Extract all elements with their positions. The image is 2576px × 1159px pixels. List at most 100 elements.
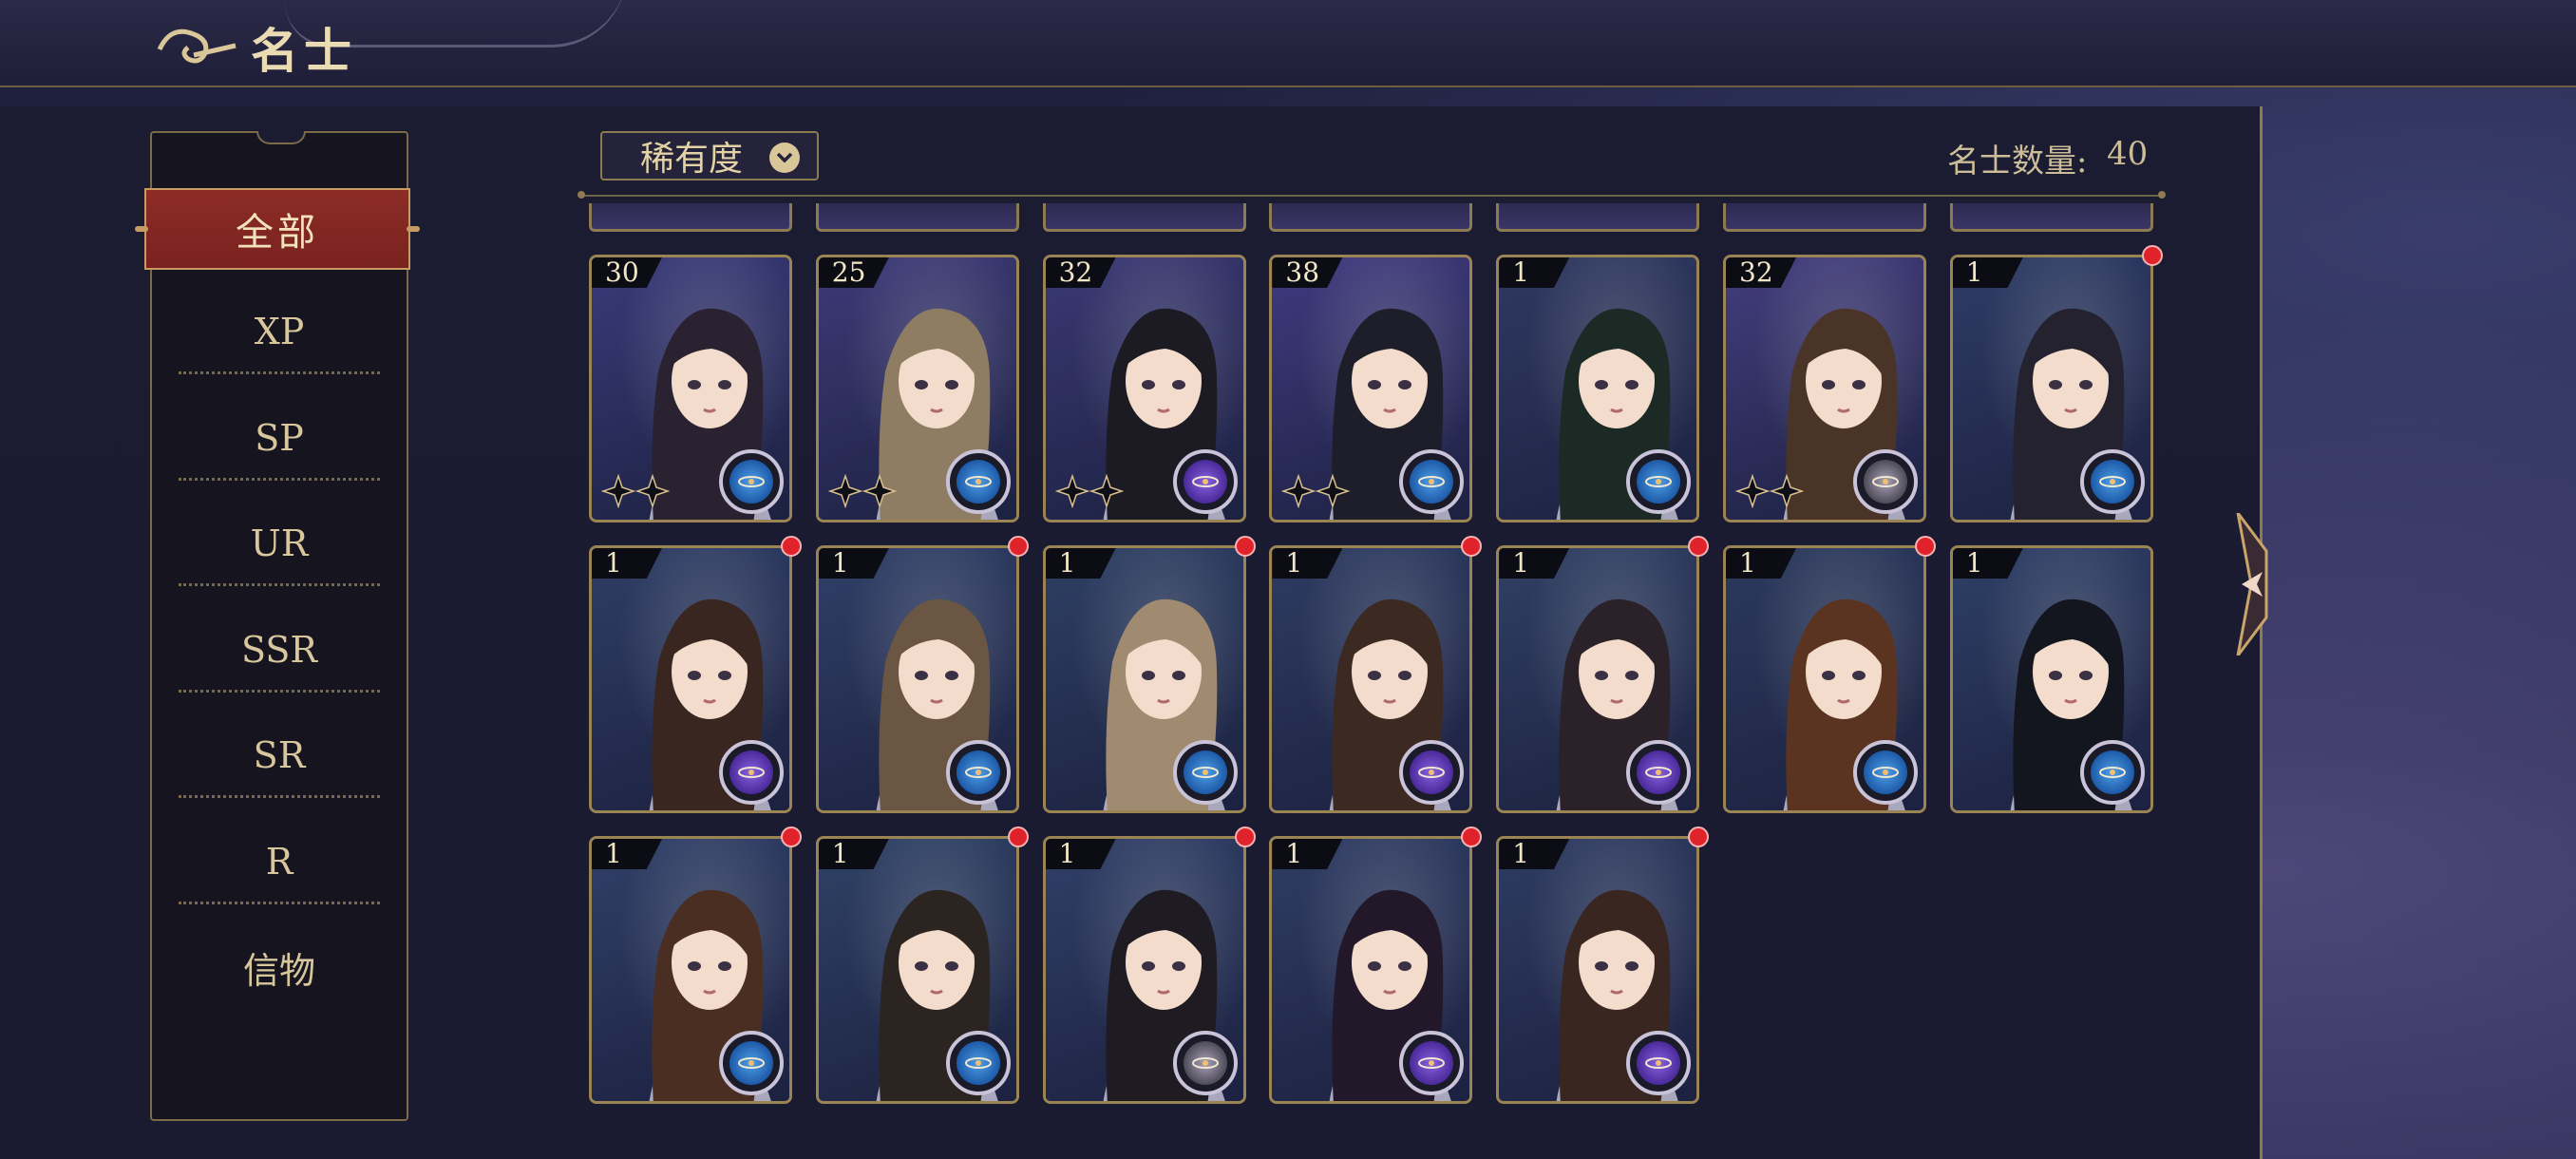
star-rank-icon xyxy=(1054,473,1124,508)
emblem-core xyxy=(956,1041,1000,1085)
sidebar-item-ssr[interactable]: SSR xyxy=(179,607,380,693)
sidebar-item-all[interactable]: 全部 xyxy=(135,188,420,270)
new-notification-dot xyxy=(781,826,802,847)
sidebar-divider xyxy=(179,795,380,798)
character-card[interactable]: 1 xyxy=(815,545,1019,813)
sidebar-item-label: SR xyxy=(253,734,306,776)
character-card[interactable]: 1 xyxy=(1042,836,1246,1104)
faction-emblem-icon xyxy=(945,1031,1011,1095)
emblem-core xyxy=(1410,750,1454,794)
sidebar-item-xp[interactable]: XP xyxy=(179,289,380,374)
emblem-core xyxy=(1637,460,1681,504)
character-count-value: 40 xyxy=(2107,135,2149,173)
partial-character-card[interactable] xyxy=(815,203,1019,232)
partial-character-card[interactable] xyxy=(1949,203,2153,232)
emblem-core xyxy=(1183,750,1227,794)
sidebar-item-label: UR xyxy=(250,522,309,564)
collapse-panel-button[interactable] xyxy=(2228,513,2274,656)
faction-emblem-icon xyxy=(719,1031,784,1095)
rarity-filter-dropdown[interactable]: 稀有度 xyxy=(600,131,819,180)
character-card[interactable]: 1 xyxy=(589,836,792,1104)
faction-emblem-icon xyxy=(2079,449,2145,514)
character-card[interactable]: 1 xyxy=(1496,836,1700,1104)
faction-emblem-icon xyxy=(719,740,784,805)
partial-character-card[interactable] xyxy=(1042,203,1246,232)
emblem-core xyxy=(1637,750,1681,794)
partial-character-card[interactable] xyxy=(1723,203,1926,232)
emblem-core xyxy=(1183,1041,1227,1085)
faction-emblem-icon xyxy=(945,740,1011,805)
emblem-core xyxy=(1410,460,1454,504)
faction-emblem-icon xyxy=(2079,740,2145,805)
new-notification-dot xyxy=(2141,245,2163,266)
faction-emblem-icon xyxy=(1172,449,1238,514)
character-card[interactable]: 1 xyxy=(1496,255,1700,522)
page-title: 名士 xyxy=(251,23,357,79)
partial-character-card[interactable] xyxy=(1496,203,1700,232)
emblem-core xyxy=(956,460,1000,504)
emblem-core xyxy=(729,750,773,794)
star-rank-icon xyxy=(1281,473,1351,508)
emblem-core xyxy=(2090,460,2134,504)
character-card[interactable]: 1 xyxy=(1269,545,1473,813)
grid-divider xyxy=(578,191,2166,199)
character-count-label: 名士数量: xyxy=(1947,142,2088,180)
sidebar-item-label: R xyxy=(265,840,294,883)
star-rank-icon xyxy=(601,473,671,508)
sidebar-item-label: 信物 xyxy=(242,949,315,992)
new-notification-dot xyxy=(1007,826,1029,847)
sidebar-item-sr[interactable]: SR xyxy=(179,712,380,798)
emblem-core xyxy=(729,1041,773,1085)
new-notification-dot xyxy=(1234,826,1256,847)
faction-emblem-icon xyxy=(1626,449,1692,514)
faction-emblem-icon xyxy=(1172,1031,1238,1095)
character-card[interactable]: 1 xyxy=(1496,545,1700,813)
sidebar-divider xyxy=(179,689,380,693)
emblem-core xyxy=(1410,1041,1454,1085)
character-card[interactable]: 1 xyxy=(1949,545,2153,813)
cloud-ornament-icon xyxy=(157,28,237,64)
character-card[interactable]: 1 xyxy=(1042,545,1246,813)
emblem-core xyxy=(1864,750,1907,794)
emblem-core xyxy=(956,750,1000,794)
partial-character-card[interactable] xyxy=(589,203,792,232)
sidebar-item-信物[interactable]: 信物 xyxy=(179,924,380,1010)
character-card[interactable]: 32 xyxy=(1723,255,1926,522)
emblem-core xyxy=(2090,750,2134,794)
sidebar-divider xyxy=(179,901,380,904)
emblem-core xyxy=(1183,460,1227,504)
chevron-down-icon xyxy=(769,142,800,173)
faction-emblem-icon xyxy=(719,449,784,514)
sidebar-divider xyxy=(179,477,380,481)
character-card[interactable]: 30 xyxy=(589,255,792,522)
faction-emblem-icon xyxy=(1172,740,1238,805)
sidebar-item-r[interactable]: R xyxy=(179,819,380,904)
star-rank-icon xyxy=(827,473,898,508)
character-card[interactable]: 32 xyxy=(1042,255,1246,522)
character-card[interactable]: 25 xyxy=(815,255,1019,522)
character-card[interactable]: 1 xyxy=(1949,255,2153,522)
sidebar-divider xyxy=(179,583,380,586)
partial-character-card[interactable] xyxy=(1269,203,1473,232)
character-card[interactable]: 38 xyxy=(1269,255,1473,522)
faction-emblem-icon xyxy=(1399,740,1465,805)
faction-emblem-icon xyxy=(1626,740,1692,805)
new-notification-dot xyxy=(781,536,802,557)
sidebar-notch xyxy=(256,131,306,144)
faction-emblem-icon xyxy=(1853,740,1918,805)
new-notification-dot xyxy=(1007,536,1029,557)
faction-emblem-icon xyxy=(1626,1031,1692,1095)
character-card[interactable]: 1 xyxy=(815,836,1019,1104)
character-card[interactable]: 1 xyxy=(589,545,792,813)
sidebar-item-sp[interactable]: SP xyxy=(179,395,380,481)
sidebar-item-label: SSR xyxy=(240,628,317,671)
faction-emblem-icon xyxy=(1399,1031,1465,1095)
sidebar-item-label: XP xyxy=(254,311,305,352)
new-notification-dot xyxy=(1915,536,1936,557)
character-card[interactable]: 1 xyxy=(1723,545,1926,813)
character-card[interactable]: 1 xyxy=(1269,836,1473,1104)
sidebar-item-ur[interactable]: UR xyxy=(179,501,380,586)
sidebar-divider xyxy=(179,371,380,374)
emblem-core xyxy=(1637,1041,1681,1085)
emblem-core xyxy=(1864,460,1907,504)
